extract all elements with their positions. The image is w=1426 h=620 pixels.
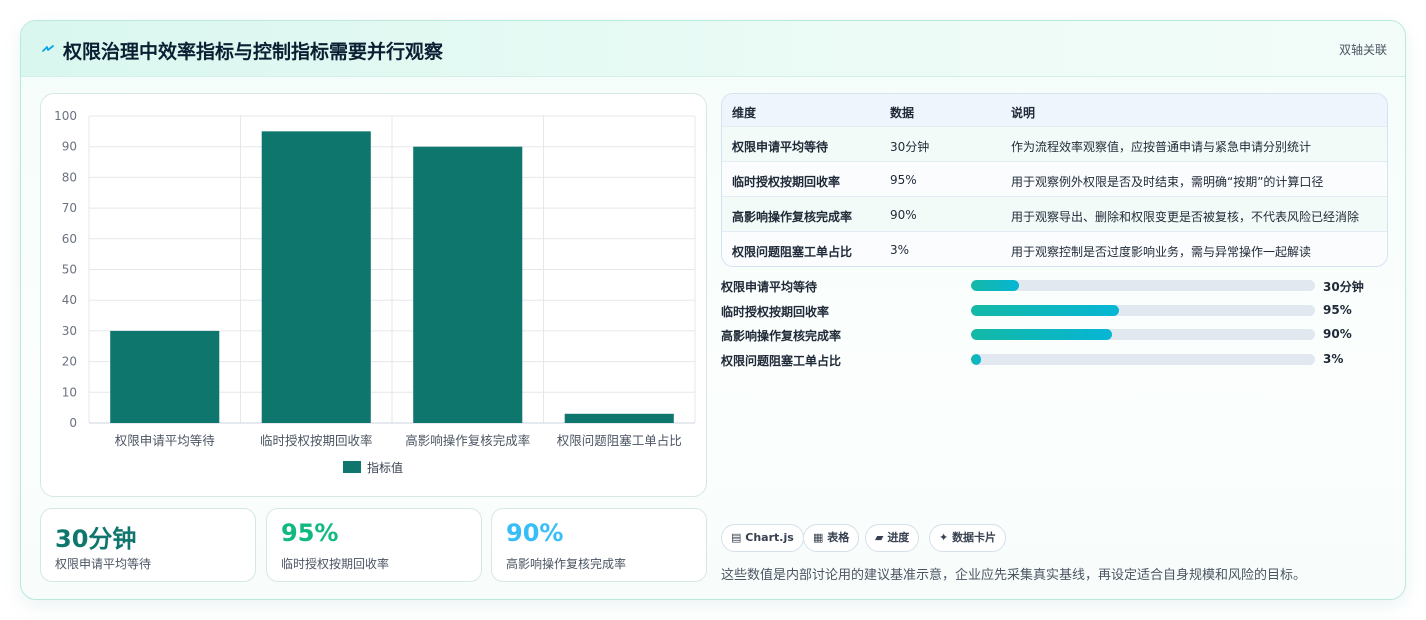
dashboard-card: 权限治理中效率指标与控制指标需要并行观察 双轴关联 0 10 20 30 40 50 60 7… bbox=[20, 20, 1406, 600]
stat-label: 权限申请平均等待 bbox=[55, 557, 152, 571]
progress-value: 95% bbox=[1323, 303, 1352, 317]
y-tick-label: 60 bbox=[62, 232, 77, 246]
table-cell: 95% bbox=[890, 173, 917, 187]
table-cell: 权限申请平均等待 bbox=[732, 140, 829, 154]
chip-data-cards[interactable]: ✦ 数据卡片 bbox=[929, 524, 1007, 552]
table-row: 高影响操作复核完成率 90% 用于观察导出、删除和权限变更是否被复核，不代表风险… bbox=[722, 197, 1387, 232]
y-tick-label: 50 bbox=[62, 263, 77, 277]
progress-label: 临时授权按期回收率 bbox=[721, 305, 830, 319]
x-tick-label: 高影响操作复核完成率 bbox=[405, 433, 530, 448]
legend-label: 指标值 bbox=[367, 460, 403, 475]
progress-row: 权限问题阻塞工单占比 3% bbox=[721, 350, 1381, 370]
table-header-cell: 维度 bbox=[732, 106, 757, 120]
y-tick-label: 90 bbox=[62, 140, 77, 154]
lightning-icon bbox=[42, 45, 54, 52]
progress-value: 3% bbox=[1323, 352, 1344, 366]
dual-axis-badge: 双轴关联 bbox=[1338, 43, 1387, 57]
table-header-row: 维度 数据 说明 bbox=[722, 94, 1387, 127]
progress-track bbox=[971, 354, 1315, 365]
progress-track bbox=[971, 280, 1315, 291]
bar bbox=[413, 146, 523, 423]
table-row: 临时授权按期回收率 95% 用于观察例外权限是否及时结束，需明确“按期”的计算口… bbox=[722, 162, 1387, 197]
progress-row: 临时授权按期回收率 95% bbox=[721, 301, 1381, 321]
progress-fill bbox=[971, 329, 1113, 340]
page-title: 权限治理中效率指标与控制指标需要并行观察 bbox=[63, 41, 444, 63]
table-cell: 高影响操作复核完成率 bbox=[732, 210, 853, 224]
y-tick-label: 40 bbox=[62, 293, 77, 307]
progress-icon: ▰ bbox=[875, 531, 884, 544]
stat-value: 30分钟 bbox=[55, 525, 137, 553]
progress-fill bbox=[971, 354, 982, 365]
chip-chartjs[interactable]: ▤ Chart.js bbox=[721, 524, 804, 552]
legend-swatch bbox=[343, 461, 361, 473]
table-cell: 30分钟 bbox=[890, 140, 930, 154]
table-header-cell: 说明 bbox=[1011, 106, 1036, 120]
progress-label: 高影响操作复核完成率 bbox=[721, 329, 842, 343]
progress-fill bbox=[971, 305, 1119, 316]
stat-card: 30分钟 权限申请平均等待 bbox=[40, 508, 256, 582]
y-tick-label: 100 bbox=[54, 109, 77, 123]
stat-value: 95% bbox=[281, 519, 339, 547]
stat-value: 90% bbox=[506, 519, 564, 547]
table-cell: 3% bbox=[890, 243, 910, 257]
bar bbox=[261, 131, 371, 423]
progress-row: 高影响操作复核完成率 90% bbox=[721, 325, 1381, 345]
x-tick-label: 临时授权按期回收率 bbox=[260, 433, 373, 448]
progress-track bbox=[971, 329, 1315, 340]
y-tick-label: 70 bbox=[62, 201, 77, 215]
progress-label: 权限申请平均等待 bbox=[721, 280, 818, 294]
table-cell: 用于观察控制是否过度影响业务，需与异常操作一起解读 bbox=[1011, 245, 1312, 259]
y-tick-label: 30 bbox=[62, 324, 77, 338]
table-cell: 用于观察例外权限是否及时结束，需明确“按期”的计算口径 bbox=[1011, 175, 1324, 189]
stat-card: 95% 临时授权按期回收率 bbox=[266, 508, 482, 582]
table-cell: 作为流程效率观察值，应按普通申请与紧急申请分别统计 bbox=[1011, 140, 1312, 154]
table-icon: ▦ bbox=[813, 531, 824, 544]
stat-label: 高影响操作复核完成率 bbox=[506, 557, 627, 571]
table-cell: 用于观察导出、删除和权限变更是否被复核，不代表风险已经消除 bbox=[1011, 210, 1360, 224]
stat-label: 临时授权按期回收率 bbox=[281, 557, 390, 571]
y-tick-label: 20 bbox=[62, 355, 77, 369]
y-tick-label: 10 bbox=[62, 385, 77, 399]
chart-icon: ▤ bbox=[731, 531, 742, 544]
progress-fill bbox=[971, 280, 1020, 291]
chip-label: 进度 bbox=[887, 531, 910, 544]
chip-label: 数据卡片 bbox=[952, 531, 997, 544]
table-row: 权限申请平均等待 30分钟 作为流程效率观察值，应按普通申请与紧急申请分别统计 bbox=[722, 127, 1387, 162]
chip-label: 表格 bbox=[827, 531, 850, 544]
x-tick-label: 权限申请平均等待 bbox=[115, 433, 216, 448]
progress-value: 90% bbox=[1323, 327, 1352, 341]
table-cell: 90% bbox=[890, 208, 917, 222]
progress-label: 权限问题阻塞工单占比 bbox=[721, 354, 842, 368]
footnote: 这些数值是内部讨论用的建议基准示意，企业应先采集真实基线，再设定适合自身规模和风… bbox=[721, 568, 1307, 583]
chip-label: Chart.js bbox=[745, 531, 794, 544]
table-cell: 权限问题阻塞工单占比 bbox=[732, 245, 853, 259]
progress-row: 权限申请平均等待 30分钟 bbox=[721, 276, 1381, 296]
bar bbox=[564, 413, 674, 423]
progress-value: 30分钟 bbox=[1323, 280, 1364, 294]
bar-chart-panel: 0 10 20 30 40 50 60 70 80 90 100 权限申请平均等待 临时授权按期回收率 高… bbox=[40, 93, 707, 497]
metrics-table: 维度 数据 说明 权限申请平均等待 30分钟 作为流程效率观察值，应按普通申请与… bbox=[721, 93, 1388, 267]
table-cell: 临时授权按期回收率 bbox=[732, 175, 841, 189]
table-row: 权限问题阻塞工单占比 3% 用于观察控制是否过度影响业务，需与异常操作一起解读 bbox=[722, 232, 1387, 266]
bar bbox=[110, 330, 220, 423]
progress-track bbox=[971, 305, 1315, 316]
stat-card: 90% 高影响操作复核完成率 bbox=[491, 508, 707, 582]
y-tick-label: 80 bbox=[62, 170, 77, 184]
chip-table[interactable]: ▦ 表格 bbox=[803, 524, 860, 552]
sparkle-icon: ✦ bbox=[939, 531, 949, 544]
chip-progress[interactable]: ▰ 进度 bbox=[865, 524, 920, 552]
y-tick-label: 0 bbox=[69, 416, 77, 430]
bar-chart: 0 10 20 30 40 50 60 70 80 90 100 权限申请平均等待 临时授权按期回收率 高… bbox=[54, 109, 696, 475]
table-header-cell: 数据 bbox=[890, 106, 915, 120]
card-header: 权限治理中效率指标与控制指标需要并行观察 双轴关联 bbox=[21, 21, 1405, 77]
x-tick-label: 权限问题阻塞工单占比 bbox=[557, 433, 682, 448]
